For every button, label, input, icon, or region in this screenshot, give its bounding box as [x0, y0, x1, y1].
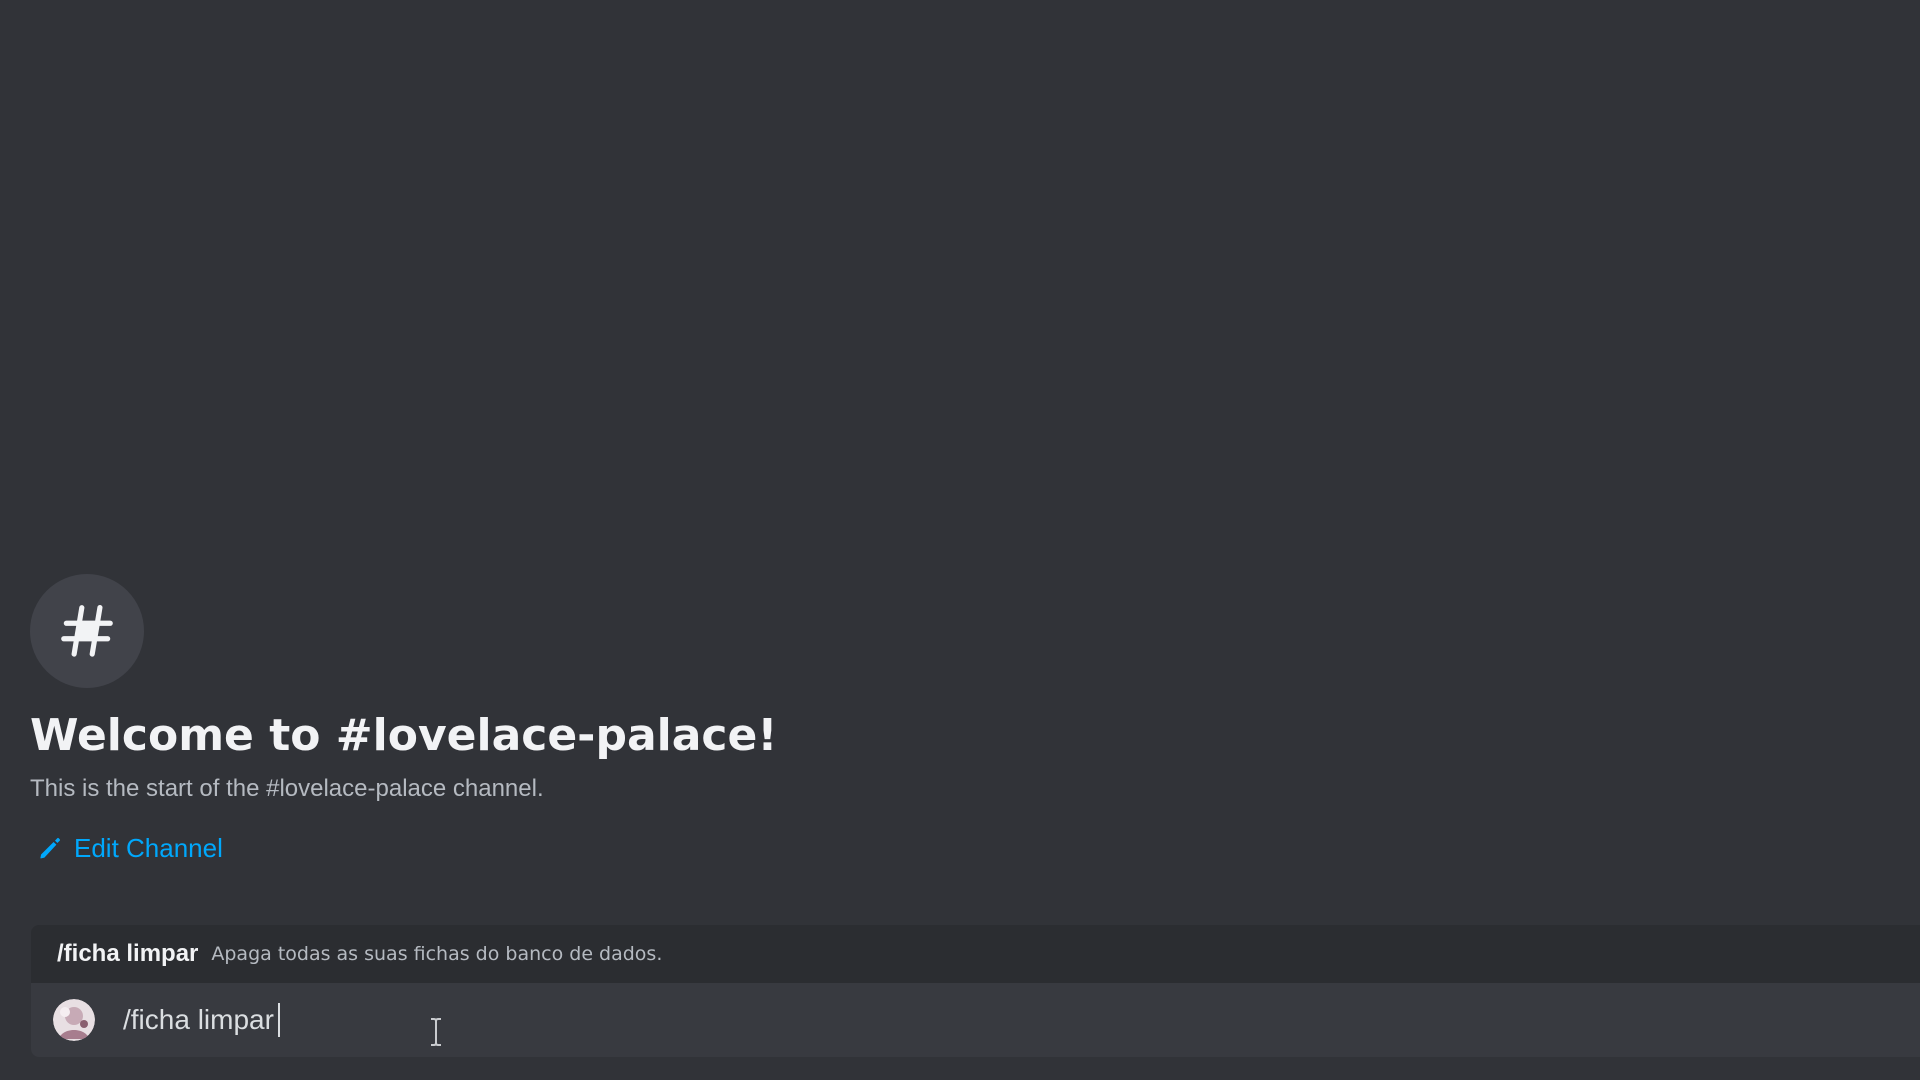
pencil-icon — [40, 837, 61, 859]
edit-channel-button[interactable]: Edit Channel — [38, 832, 1230, 864]
avatar-image — [53, 999, 95, 1041]
text-caret — [277, 1003, 280, 1037]
channel-description: This is the start of the #lovelace-palac… — [30, 775, 544, 802]
message-input-value: /ficha limpar — [123, 1004, 274, 1035]
command-autocomplete-option[interactable]: /ficha limpar Apaga todas as suas fichas… — [31, 925, 1920, 983]
edit-channel-label: Edit Channel — [74, 833, 223, 863]
command-name: /ficha limpar — [57, 940, 199, 967]
message-input[interactable]: /ficha limpar — [123, 1003, 280, 1037]
welcome-title: Welcome to #lovelace-palace! — [30, 710, 778, 761]
channel-icon-circle — [30, 574, 144, 688]
channel-welcome: Welcome to #lovelace-palace! This is the… — [30, 574, 1230, 864]
chat-area: Welcome to #lovelace-palace! This is the… — [0, 0, 1920, 1080]
user-avatar — [53, 999, 95, 1041]
message-composer[interactable]: /ficha limpar — [31, 983, 1920, 1057]
hashtag-icon — [61, 605, 113, 657]
command-description: Apaga todas as suas fichas do banco de d… — [211, 943, 663, 965]
